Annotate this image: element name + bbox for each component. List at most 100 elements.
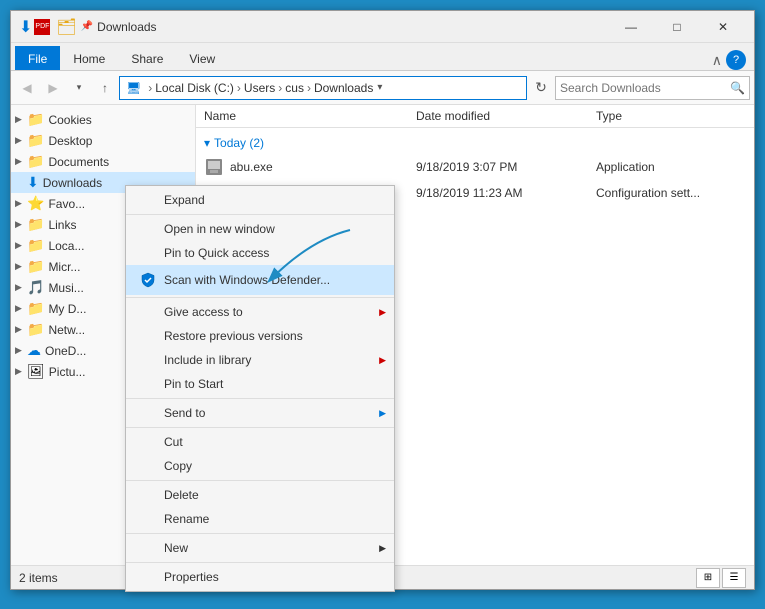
- view-icons: ⊞ ☰: [696, 568, 746, 588]
- search-box[interactable]: 🔍: [555, 76, 750, 100]
- sidebar-label: OneD...: [45, 344, 86, 358]
- menu-item-pin-start[interactable]: Pin to Start: [126, 372, 394, 396]
- menu-item-scan-defender[interactable]: Scan with Windows Defender...: [126, 265, 394, 295]
- context-menu: Expand Open in new window Pin to Quick a…: [125, 185, 395, 592]
- group-header-today[interactable]: ▾ Today (2): [196, 132, 754, 154]
- ribbon-collapse-icon[interactable]: ∧: [712, 52, 722, 69]
- expand-icon: ▶: [15, 156, 27, 167]
- sidebar-item-documents[interactable]: ▶ 📁 Documents: [11, 151, 195, 172]
- menu-label: Cut: [164, 435, 382, 449]
- menu-item-restore-versions[interactable]: Restore previous versions: [126, 324, 394, 348]
- cloud-icon: ☁: [27, 342, 41, 359]
- folder-icon: 📁: [27, 153, 44, 170]
- expand-icon: ▶: [15, 198, 27, 209]
- menu-divider: [126, 427, 394, 428]
- expand-icon: ▶: [15, 114, 27, 125]
- menu-item-properties[interactable]: Properties: [126, 565, 394, 589]
- minimize-button[interactable]: —: [608, 11, 654, 43]
- back-button[interactable]: ◀: [15, 76, 39, 100]
- menu-divider: [126, 214, 394, 215]
- sidebar-label: Desktop: [48, 134, 92, 148]
- menu-item-delete[interactable]: Delete: [126, 483, 394, 507]
- col-date-modified[interactable]: Date modified: [416, 109, 596, 123]
- menu-item-cut[interactable]: Cut: [126, 430, 394, 454]
- shield-icon: [138, 270, 158, 290]
- folder-icon: 📁: [27, 132, 44, 149]
- window-title: Downloads: [97, 20, 608, 34]
- pictures-icon: 🖼: [27, 363, 45, 380]
- title-arrow-icon: ⬇: [19, 17, 32, 37]
- forward-button[interactable]: ▶: [41, 76, 65, 100]
- menu-item-give-access[interactable]: Give access to: [126, 300, 394, 324]
- sidebar-label: Netw...: [48, 323, 85, 337]
- file-type: Application: [596, 160, 746, 174]
- expand-icon: ▶: [15, 240, 27, 251]
- music-icon: 🎵: [27, 279, 44, 296]
- path-dropdown-icon[interactable]: ▾: [377, 82, 382, 93]
- sidebar-label: Downloads: [43, 176, 102, 190]
- menu-item-expand[interactable]: Expand: [126, 188, 394, 212]
- folder-icon: 📁: [27, 321, 44, 338]
- menu-label: Copy: [164, 459, 382, 473]
- menu-divider: [126, 297, 394, 298]
- path-users: Users: [244, 81, 275, 95]
- menu-label: Properties: [164, 570, 382, 584]
- view-list-button[interactable]: ☰: [722, 568, 746, 588]
- file-date: 9/18/2019 3:07 PM: [416, 160, 596, 174]
- menu-label: Scan with Windows Defender...: [164, 273, 382, 287]
- file-date: 9/18/2019 11:23 AM: [416, 186, 596, 200]
- file-name: abu.exe: [230, 160, 416, 174]
- table-row[interactable]: abu.exe 9/18/2019 3:07 PM Application: [196, 154, 754, 180]
- menu-divider: [126, 533, 394, 534]
- folder-icon: 📁: [27, 216, 44, 233]
- menu-item-send-to[interactable]: Send to ▶: [126, 401, 394, 425]
- tab-share[interactable]: Share: [118, 46, 176, 70]
- expand-icon: ▶: [15, 219, 27, 230]
- menu-item-include-library[interactable]: Include in library: [126, 348, 394, 372]
- expand-icon: ▶: [15, 282, 27, 293]
- menu-item-copy[interactable]: Copy: [126, 454, 394, 478]
- maximize-button[interactable]: □: [654, 11, 700, 43]
- folder-icon: 📁: [27, 111, 44, 128]
- col-type[interactable]: Type: [596, 109, 746, 123]
- expand-icon: ▶: [15, 366, 27, 377]
- file-type: Configuration sett...: [596, 186, 746, 200]
- menu-item-rename[interactable]: Rename: [126, 507, 394, 531]
- group-label: Today (2): [214, 136, 264, 150]
- view-details-button[interactable]: ⊞: [696, 568, 720, 588]
- close-button[interactable]: ✕: [700, 11, 746, 43]
- address-path[interactable]: 🖥 › Local Disk (C:) › Users › cus › Down…: [119, 76, 527, 100]
- search-input[interactable]: [560, 81, 730, 95]
- sidebar-item-desktop[interactable]: ▶ 📁 Desktop: [11, 130, 195, 151]
- refresh-button[interactable]: ↻: [529, 76, 553, 100]
- menu-label: Include in library: [164, 353, 382, 367]
- expand-icon: ▶: [15, 324, 27, 335]
- menu-label: Open in new window: [164, 222, 382, 236]
- tab-file[interactable]: File: [15, 46, 60, 70]
- submenu-arrow-icon: ▶: [379, 408, 386, 419]
- menu-label: Pin to Start: [164, 377, 382, 391]
- folder-icon: ⭐: [27, 195, 44, 212]
- path-local-disk: Local Disk (C:): [155, 81, 234, 95]
- menu-item-pin-quick-access[interactable]: Pin to Quick access: [126, 241, 394, 265]
- path-downloads: Downloads: [314, 81, 373, 95]
- menu-divider: [126, 562, 394, 563]
- file-header: Name Date modified Type: [196, 105, 754, 128]
- menu-item-new[interactable]: New ▶: [126, 536, 394, 560]
- up-button[interactable]: ↑: [93, 76, 117, 100]
- tab-home[interactable]: Home: [60, 46, 118, 70]
- sidebar-label: Micr...: [48, 260, 80, 274]
- folder-icon: 📁: [27, 300, 44, 317]
- sidebar-label: My D...: [48, 302, 86, 316]
- col-name[interactable]: Name: [204, 109, 416, 123]
- recent-button[interactable]: ▾: [67, 76, 91, 100]
- menu-item-open-new-window[interactable]: Open in new window: [126, 217, 394, 241]
- tab-view[interactable]: View: [176, 46, 228, 70]
- sidebar-label: Favo...: [48, 197, 85, 211]
- help-icon[interactable]: ?: [726, 50, 746, 70]
- search-icon: 🔍: [730, 81, 745, 95]
- sidebar-item-cookies[interactable]: ▶ 📁 Cookies: [11, 109, 195, 130]
- menu-label: Delete: [164, 488, 382, 502]
- sidebar-label: Links: [48, 218, 76, 232]
- title-pin-icon: 📌: [81, 21, 93, 32]
